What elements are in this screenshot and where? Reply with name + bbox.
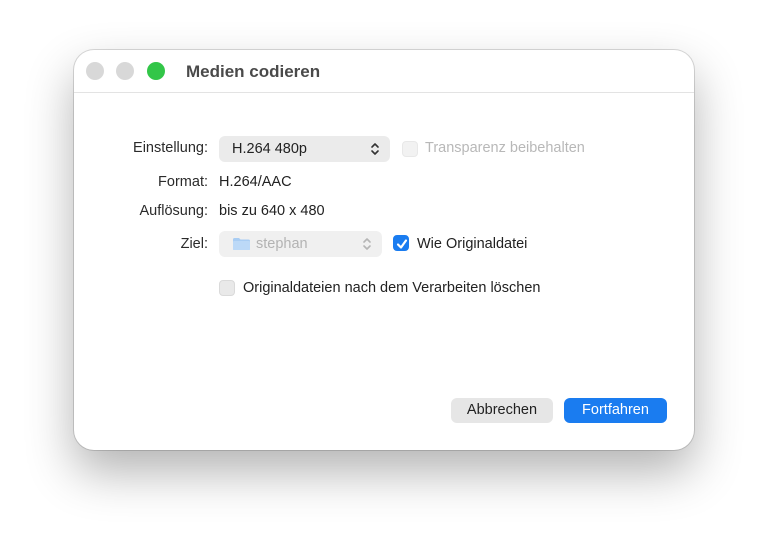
delete-originals-checkbox[interactable]: [219, 280, 235, 296]
setting-label: Einstellung:: [133, 140, 208, 156]
window-title: Medien codieren: [186, 62, 321, 81]
checkmark-icon: [396, 239, 408, 249]
folder-icon: [233, 238, 250, 250]
keep-transparency-label: Transparenz beibehalten: [425, 140, 585, 156]
target-label: Ziel:: [180, 236, 208, 252]
setting-popup[interactable]: H.264 480p: [219, 136, 390, 162]
cancel-button[interactable]: Abbrechen: [451, 398, 553, 423]
format-value: H.264/AAC: [219, 174, 292, 190]
minimize-window-button[interactable]: [116, 62, 134, 80]
updown-chevron-icon: [363, 238, 371, 250]
format-label: Format:: [158, 174, 208, 190]
same-as-original-label: Wie Originaldatei: [417, 236, 528, 252]
setting-popup-value: H.264 480p: [232, 141, 307, 157]
target-popup[interactable]: stephan: [219, 231, 382, 257]
zoom-window-button[interactable]: [147, 62, 165, 80]
target-popup-value: stephan: [256, 236, 308, 252]
encode-media-dialog: Medien codieren Einstellung: H.264 480p …: [74, 50, 694, 450]
continue-button[interactable]: Fortfahren: [564, 398, 667, 423]
close-window-button[interactable]: [86, 62, 104, 80]
same-as-original-checkbox[interactable]: [393, 235, 409, 251]
delete-originals-label: Originaldateien nach dem Verarbeiten lös…: [243, 280, 541, 296]
keep-transparency-checkbox[interactable]: [402, 141, 418, 157]
resolution-value: bis zu 640 x 480: [219, 203, 325, 219]
resolution-label: Auflösung:: [139, 203, 208, 219]
title-bar: Medien codieren: [74, 50, 694, 93]
desktop-backdrop: Medien codieren Einstellung: H.264 480p …: [0, 0, 768, 548]
updown-chevron-icon: [371, 143, 379, 155]
